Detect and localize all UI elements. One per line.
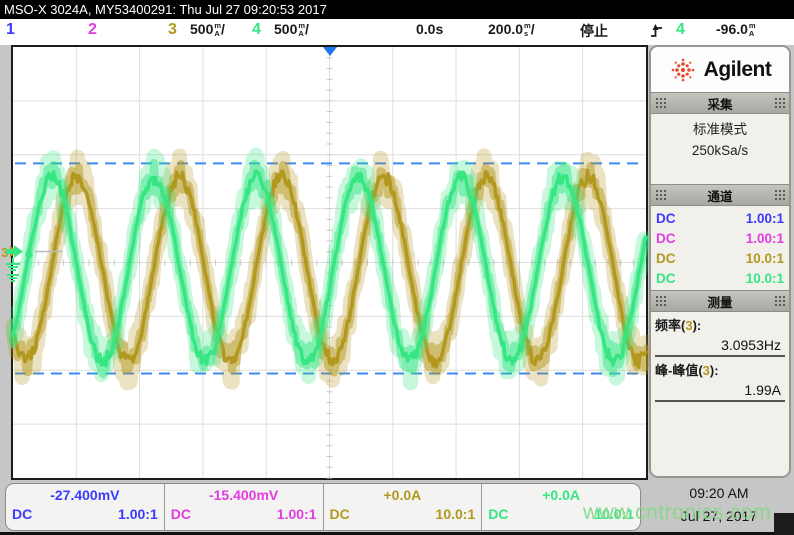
channels-section-title: 通道 [707,186,732,205]
run-state[interactable]: 停止 [580,21,608,41]
grip-icon [655,189,666,201]
agilent-logo: Agilent [651,47,789,92]
sample-rate: 250kSa/s [651,141,789,162]
channels-section-header[interactable]: 通道 [651,184,789,206]
grip-icon [774,295,785,307]
coupling-label: DC [656,251,676,266]
probe-ratio: 10.0:1 [746,271,784,286]
channel-1-settings-row[interactable]: DC 1.00:1 [651,208,789,228]
channel-2-offset-value: -15.400mV [171,487,317,503]
channel-4-button[interactable]: 4 [252,21,261,39]
grip-icon [774,97,785,109]
channel-3-scale[interactable]: 500mA/ [190,21,225,38]
coupling-label: DC [656,271,676,286]
channel-3-scale-value: 500 [190,21,213,37]
trigger-level[interactable]: -96.0mA [716,21,756,38]
coupling-label: DC [656,211,676,226]
oscilloscope-screen: MSO-X 3024A, MY53400291: Thu Jul 27 09:2… [0,0,794,535]
probe-ratio: 1.00:1 [118,506,158,522]
agilent-starburst-icon [669,56,697,84]
trigger-time-marker[interactable] [323,47,337,56]
grip-icon [774,189,785,201]
probe-ratio: 1.00:1 [746,231,784,246]
trigger-level-value: -96.0 [716,21,748,37]
measurements-section-header[interactable]: 测量 [651,290,789,312]
brand-text: Agilent [704,58,772,82]
channel-settings-list: DC 1.00:1 DC 1.00:1 DC 10.0:1 DC 10.0:1 [651,206,789,290]
waveform-display: 3 4 [13,47,646,478]
coupling-label: DC [488,506,508,522]
channel-3-offset-value: +0.0A [330,487,476,503]
trigger-level-unit: mA [749,22,756,38]
coupling-label: DC [330,506,350,522]
clock-time: 09:20 AM [648,485,790,501]
channel-3-button[interactable]: 3 [168,21,177,39]
probe-ratio: 10.0:1 [436,506,476,522]
bottom-channel-boxes: -27.400mV DC 1.00:1 -15.400mV DC 1.00:1 +0… [5,483,641,531]
plot-area: 3 4 [11,45,648,480]
timebase-unit: ms [524,22,531,38]
channel-3-settings-row[interactable]: DC 10.0:1 [651,248,789,268]
coupling-label: DC [171,506,191,522]
channel-4-scale[interactable]: 500mA/ [274,21,309,38]
timebase[interactable]: 200.0ms/ [488,21,535,38]
channel-3-scale-suffix: / [221,21,225,37]
acquisition-info: 标准模式 250kSa/s [651,114,789,184]
corner-tab [774,513,794,535]
acquisition-section-title: 采集 [707,94,732,113]
trigger-source[interactable]: 4 [676,21,685,39]
measurement-peak-to-peak[interactable]: 峰-峰值(3): 1.99A [655,360,785,402]
trigger-edge-icon[interactable] [650,23,663,41]
probe-ratio: 1.00:1 [746,211,784,226]
sidebar: Agilent 采集 标准模式 250kSa/s 通道 DC 1.00:1 DC 1… [649,45,791,478]
grip-icon [655,295,666,307]
measurement-frequency-value: 3.0953Hz [655,334,785,357]
acquisition-section-header[interactable]: 采集 [651,92,789,114]
measurement-peak-to-peak-value: 1.99A [655,379,785,402]
measurements-section-title: 测量 [707,292,732,311]
horizontal-delay[interactable]: 0.0s [416,21,443,37]
channel-2-settings-row[interactable]: DC 1.00:1 [651,228,789,248]
timebase-suffix: / [531,21,535,37]
grip-icon [655,97,666,109]
coupling-label: DC [12,506,32,522]
channel-3-status-box[interactable]: +0.0A DC 10.0:1 [324,484,483,530]
coupling-label: DC [656,231,676,246]
measurement-frequency[interactable]: 频率(3): 3.0953Hz [655,315,785,357]
title-bar: MSO-X 3024A, MY53400291: Thu Jul 27 09:2… [0,0,794,19]
svg-text:4: 4 [25,245,33,261]
acquisition-mode: 标准模式 [651,120,789,141]
channel-1-offset-value: -27.400mV [12,487,158,503]
channel-2-status-box[interactable]: -15.400mV DC 1.00:1 [165,484,324,530]
channel-4-scale-value: 500 [274,21,297,37]
measurements-list: 频率(3): 3.0953Hz 峰-峰值(3): 1.99A [651,312,789,405]
status-bar: 1 2 3 500mA/ 4 500mA/ 0.0s 200.0ms/ 停止 4… [0,19,794,45]
timebase-value: 200.0 [488,21,523,37]
channel-4-settings-row[interactable]: DC 10.0:1 [651,268,789,288]
channel-1-button[interactable]: 1 [6,21,15,39]
channel-1-status-box[interactable]: -27.400mV DC 1.00:1 [6,484,165,530]
probe-ratio: 10.0:1 [746,251,784,266]
channel-4-scale-suffix: / [305,21,309,37]
probe-ratio: 1.00:1 [277,506,317,522]
watermark: www.cntronics.com [583,501,771,525]
channel-2-button[interactable]: 2 [88,21,97,39]
